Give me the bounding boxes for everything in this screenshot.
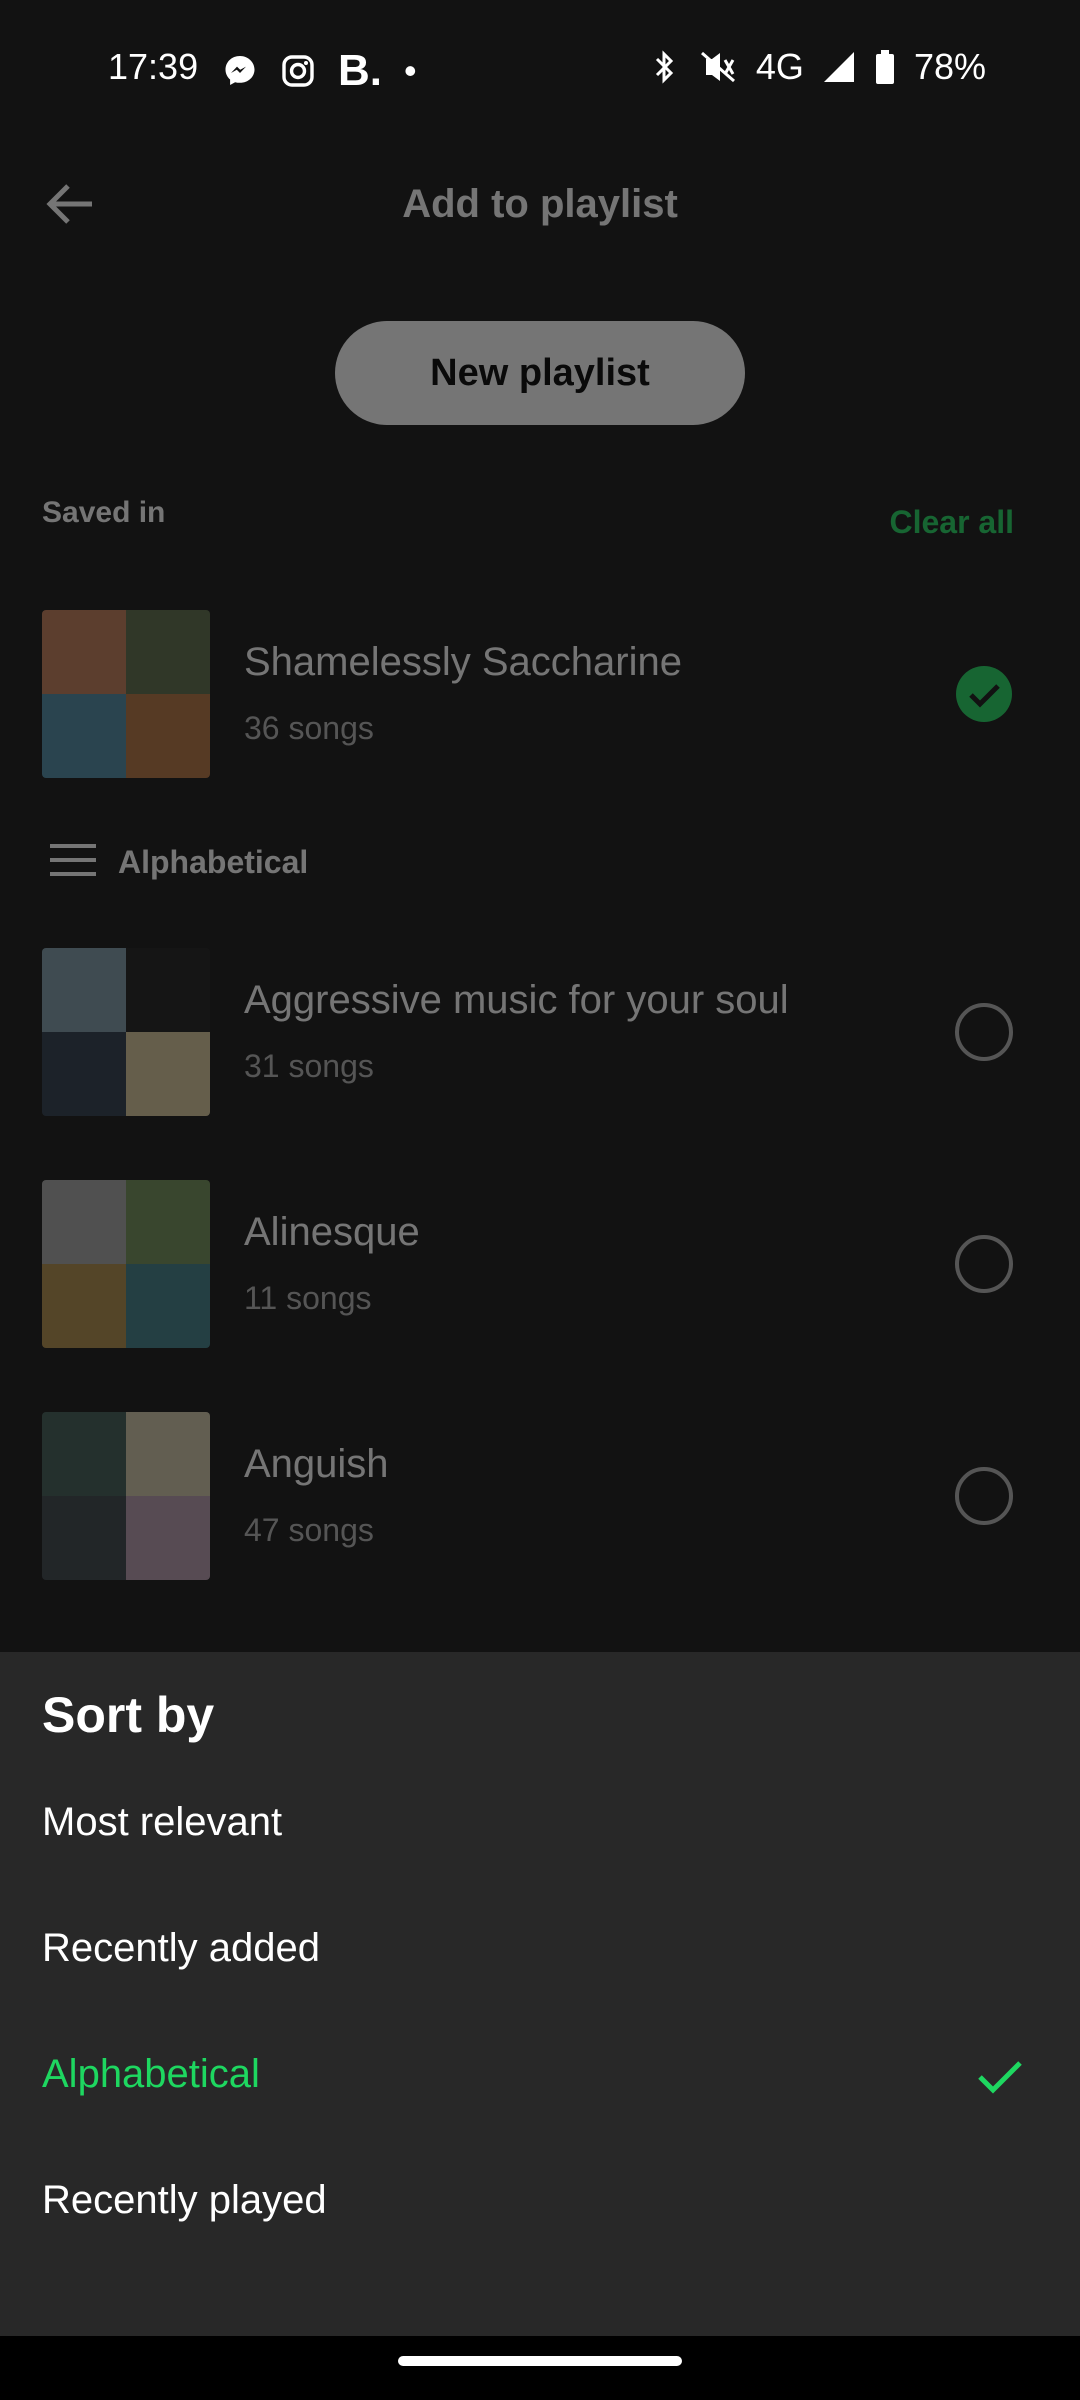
playlist-name: Shamelessly Saccharine — [244, 640, 682, 684]
screen: 17:39 B. • 4G 78% Add to playlist New pl… — [0, 0, 1080, 2400]
status-time: 17:39 — [108, 46, 199, 87]
playlist-name: Anguish — [244, 1442, 389, 1486]
playlist-row-anguish[interactable]: Anguish 47 songs — [0, 1412, 1080, 1582]
sort-by-sheet: Sort by Most relevant Recently added Alp… — [0, 1652, 1080, 2336]
sort-option-label: Alphabetical — [42, 2052, 260, 2096]
navigation-bar — [0, 2336, 1080, 2400]
vibrate-off-icon — [698, 49, 738, 85]
top-bar: Add to playlist — [0, 130, 1080, 280]
playlist-song-count: 47 songs — [244, 1512, 374, 1548]
cover-tile — [126, 1412, 210, 1496]
playlist-name: Aggressive music for your soul — [244, 978, 789, 1022]
saved-in-label: Saved in — [42, 496, 166, 529]
check-circle-empty-icon[interactable] — [954, 1234, 1014, 1294]
sort-option-alphabetical[interactable]: Alphabetical — [0, 2022, 1080, 2132]
cover-tile — [126, 610, 210, 694]
sheet-title: Sort by — [42, 1687, 215, 1743]
playlist-song-count: 31 songs — [244, 1048, 374, 1084]
cover-tile — [126, 1180, 210, 1264]
checkmark-icon — [972, 2048, 1028, 2104]
booking-icon: B. — [338, 46, 382, 95]
check-circle-empty-icon[interactable] — [954, 1002, 1014, 1062]
cover-tile — [42, 1412, 126, 1496]
sort-option-most-relevant[interactable]: Most relevant — [0, 1770, 1080, 1880]
cover-tile — [42, 1032, 126, 1116]
playlist-cover — [42, 610, 210, 778]
home-indicator[interactable] — [398, 2356, 682, 2366]
cover-tile — [126, 1032, 210, 1116]
playlist-cover — [42, 1412, 210, 1580]
cover-tile — [126, 948, 210, 1032]
check-circle-filled-icon[interactable] — [954, 664, 1014, 724]
clear-all-button[interactable]: Clear all — [889, 504, 1014, 541]
sort-header-label: Alphabetical — [118, 844, 309, 880]
sort-option-label: Most relevant — [42, 1800, 283, 1844]
playlist-row-alinesque[interactable]: Alinesque 11 songs — [0, 1180, 1080, 1350]
messenger-icon — [222, 53, 258, 89]
sort-option-label: Recently added — [42, 1926, 320, 1970]
check-circle-empty-icon[interactable] — [954, 1466, 1014, 1526]
signal-icon — [822, 50, 856, 84]
instagram-icon — [280, 53, 316, 89]
sort-header[interactable]: Alphabetical — [48, 840, 308, 885]
playlist-row-aggressive-music[interactable]: Aggressive music for your soul 31 songs — [0, 948, 1080, 1118]
sort-option-recently-added[interactable]: Recently added — [0, 1896, 1080, 2006]
playlist-cover — [42, 1180, 210, 1348]
status-notification-icons: B. • — [222, 46, 417, 96]
page-title: Add to playlist — [402, 182, 678, 226]
playlist-name: Alinesque — [244, 1210, 420, 1254]
cover-tile — [126, 694, 210, 778]
add-to-playlist-page: Add to playlist New playlist Saved in Cl… — [0, 130, 1080, 1650]
battery-icon — [874, 49, 896, 85]
playlist-row-shamelessly-saccharine[interactable]: Shamelessly Saccharine 36 songs — [0, 610, 1080, 780]
sort-option-recently-played[interactable]: Recently played — [0, 2148, 1080, 2258]
cover-tile — [42, 1180, 126, 1264]
playlist-song-count: 11 songs — [244, 1280, 372, 1316]
battery-level: 78% — [913, 46, 986, 87]
cover-tile — [42, 694, 126, 778]
new-playlist-button[interactable]: New playlist — [335, 321, 745, 425]
more-notifications-dot: • — [404, 50, 417, 91]
sort-option-label: Recently played — [42, 2178, 327, 2222]
cover-tile — [126, 1496, 210, 1580]
bluetooth-icon — [648, 49, 680, 85]
status-system-icons: 4G 78% — [648, 46, 986, 88]
network-type: 4G — [755, 46, 804, 87]
status-bar: 17:39 B. • 4G 78% — [0, 0, 1080, 130]
cover-tile — [126, 1264, 210, 1348]
playlist-cover — [42, 948, 210, 1116]
cover-tile — [42, 1264, 126, 1348]
sort-list-icon — [48, 840, 98, 885]
cover-tile — [42, 610, 126, 694]
playlist-song-count: 36 songs — [244, 710, 374, 746]
cover-tile — [42, 948, 126, 1032]
cover-tile — [42, 1496, 126, 1580]
